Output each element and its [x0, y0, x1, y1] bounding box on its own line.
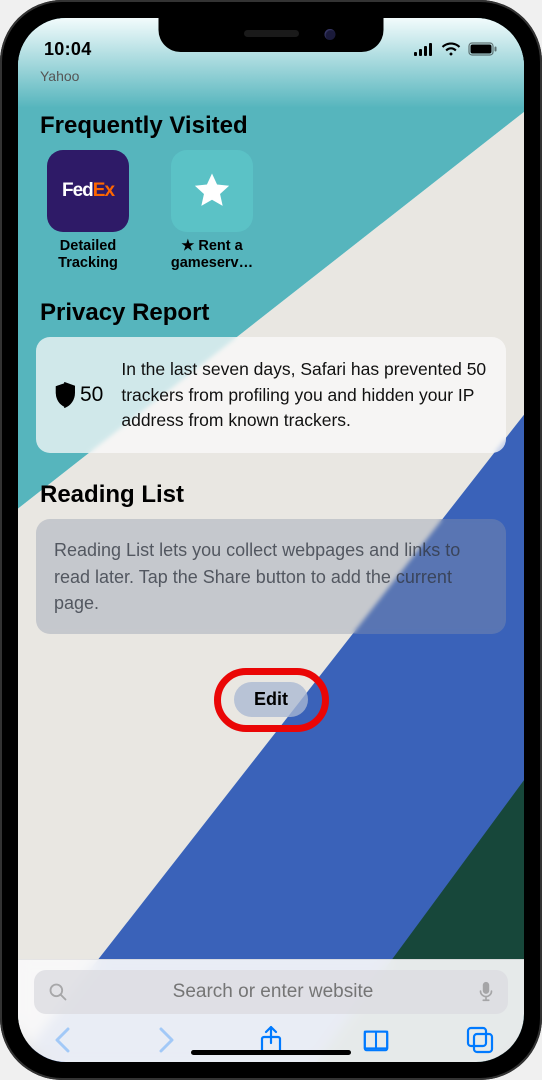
status-time: 10:04	[44, 39, 92, 60]
shield-icon	[54, 382, 76, 408]
tabs-button[interactable]	[466, 1026, 494, 1054]
start-page-content[interactable]: Yahoo Frequently Visited FedEx Detailed …	[18, 64, 524, 978]
annotation-highlight	[214, 668, 329, 732]
cellular-icon	[414, 43, 434, 56]
search-icon	[48, 982, 68, 1002]
forward-button[interactable]	[153, 1026, 181, 1054]
status-icons	[414, 42, 498, 56]
reading-list-title: Reading List	[40, 481, 506, 509]
privacy-report-title: Privacy Report	[40, 299, 506, 327]
privacy-tracker-count: 50	[54, 382, 103, 408]
star-icon	[171, 150, 253, 232]
bookmarks-button[interactable]	[362, 1026, 390, 1054]
back-button[interactable]	[48, 1026, 76, 1054]
reading-list-card[interactable]: Reading List lets you collect webpages a…	[36, 519, 506, 633]
frequently-visited-row: FedEx Detailed Tracking ★ Rent a gameser…	[40, 150, 506, 271]
frequently-visited-title: Frequently Visited	[40, 112, 506, 140]
bottom-toolbar	[34, 1014, 508, 1054]
search-input[interactable]	[78, 981, 468, 1003]
wifi-icon	[441, 42, 461, 56]
privacy-report-text: In the last seven days, Safari has preve…	[121, 357, 488, 433]
reading-list-text: Reading List lets you collect webpages a…	[54, 540, 460, 612]
tracker-count-value: 50	[80, 383, 103, 407]
microphone-icon[interactable]	[478, 981, 494, 1003]
fv-item-fedex[interactable]: FedEx Detailed Tracking	[40, 150, 136, 271]
clipped-label: Yahoo	[40, 68, 506, 84]
fv-caption: ★ Rent a gameserv…	[164, 238, 260, 271]
bottom-toolbar-area	[18, 959, 524, 1062]
address-bar[interactable]	[34, 970, 508, 1014]
battery-icon	[468, 42, 498, 56]
home-indicator[interactable]	[191, 1050, 351, 1055]
phone-frame: 10:04 Yahoo Frequently Visited FedEx Det…	[0, 0, 542, 1080]
notch	[159, 18, 384, 52]
fv-item-gameserver[interactable]: ★ Rent a gameserv…	[164, 150, 260, 271]
fedex-icon: FedEx	[47, 150, 129, 232]
privacy-report-card[interactable]: 50 In the last seven days, Safari has pr…	[36, 337, 506, 453]
screen: 10:04 Yahoo Frequently Visited FedEx Det…	[18, 18, 524, 1062]
fv-caption: Detailed Tracking	[40, 238, 136, 271]
